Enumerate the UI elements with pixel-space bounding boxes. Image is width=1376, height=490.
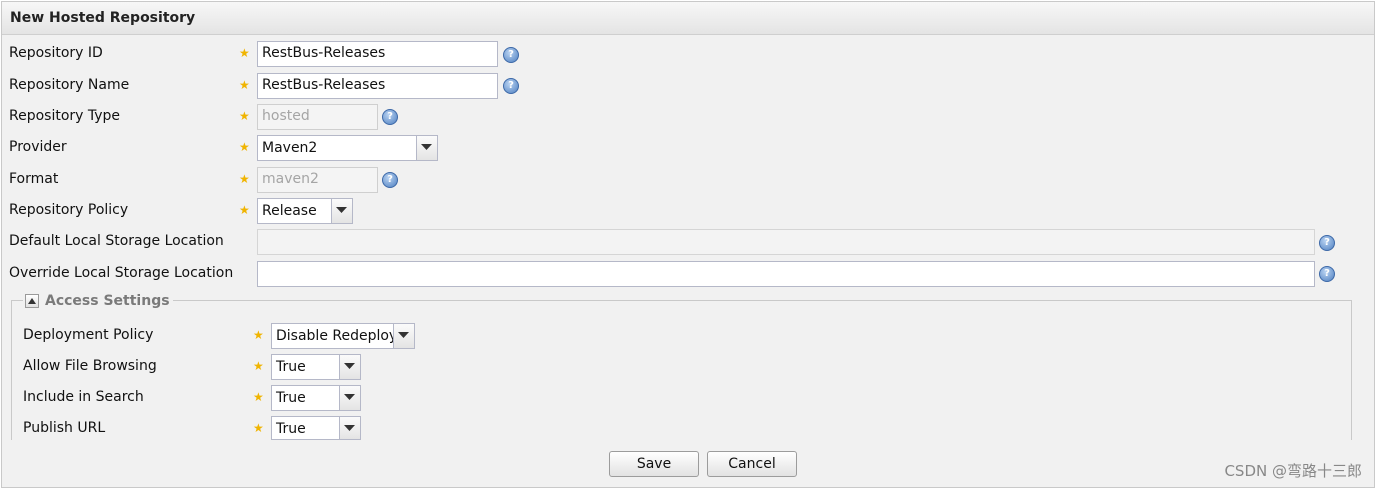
required-star-icon: ★ (253, 421, 264, 435)
publish-url-select-value: True (276, 421, 306, 437)
repository-id-label: Repository ID (9, 45, 103, 61)
repository-type-label: Repository Type (9, 108, 121, 124)
provider-select-value: Maven2 (262, 140, 318, 156)
allow-file-browsing-select-value: True (276, 359, 306, 375)
include-in-search-select[interactable]: True (271, 385, 361, 411)
help-icon[interactable]: ? (1319, 266, 1335, 282)
save-button[interactable]: Save (609, 451, 699, 477)
repository-policy-select[interactable]: Release (257, 198, 353, 224)
panel-title: New Hosted Repository (10, 10, 196, 26)
publish-url-select[interactable]: True (271, 416, 361, 440)
access-settings-legend: Access Settings (23, 292, 173, 312)
cancel-button[interactable]: Cancel (707, 451, 797, 477)
required-star-icon: ★ (239, 46, 250, 60)
required-star-icon: ★ (239, 203, 250, 217)
chevron-down-icon[interactable] (416, 136, 437, 160)
chevron-down-icon[interactable] (339, 355, 360, 379)
chevron-down-icon[interactable] (393, 324, 414, 348)
default-storage-input (257, 229, 1315, 255)
required-star-icon: ★ (253, 328, 264, 342)
help-icon[interactable]: ? (1319, 235, 1335, 251)
deployment-policy-select-value: Disable Redeploy (276, 328, 398, 344)
repository-policy-label: Repository Policy (9, 202, 129, 218)
allow-file-browsing-select[interactable]: True (271, 354, 361, 380)
required-star-icon: ★ (239, 172, 250, 186)
help-icon[interactable]: ? (382, 172, 398, 188)
chevron-down-icon[interactable] (339, 417, 360, 439)
required-star-icon: ★ (239, 109, 250, 123)
watermark: CSDN @弯路十三郎 (1224, 462, 1362, 480)
chevron-down-icon[interactable] (331, 199, 352, 223)
format-input: maven2 (257, 167, 378, 193)
repository-id-input[interactable]: RestBus-Releases (257, 41, 498, 67)
required-star-icon: ★ (253, 390, 264, 404)
include-in-search-label: Include in Search (23, 389, 144, 405)
repository-name-label: Repository Name (9, 77, 130, 93)
required-star-icon: ★ (239, 78, 250, 92)
provider-label: Provider (9, 139, 67, 155)
panel-header: New Hosted Repository (2, 2, 1374, 35)
help-icon[interactable]: ? (503, 47, 519, 63)
collapse-up-icon[interactable] (25, 294, 39, 308)
allow-file-browsing-label: Allow File Browsing (23, 358, 157, 374)
publish-url-label: Publish URL (23, 420, 106, 436)
chevron-down-icon[interactable] (339, 386, 360, 410)
repository-name-input[interactable]: RestBus-Releases (257, 73, 498, 99)
default-storage-label: Default Local Storage Location (9, 233, 224, 249)
format-label: Format (9, 171, 59, 187)
repository-policy-select-value: Release (262, 203, 317, 219)
deployment-policy-select[interactable]: Disable Redeploy (271, 323, 415, 349)
deployment-policy-label: Deployment Policy (23, 327, 154, 343)
override-storage-label: Override Local Storage Location (9, 265, 234, 281)
provider-select[interactable]: Maven2 (257, 135, 438, 161)
override-storage-input[interactable] (257, 261, 1315, 287)
include-in-search-select-value: True (276, 390, 306, 406)
required-star-icon: ★ (253, 359, 264, 373)
repository-type-input: hosted (257, 104, 378, 130)
access-settings-fieldset (11, 300, 1352, 450)
access-settings-title: Access Settings (45, 293, 170, 309)
required-star-icon: ★ (239, 140, 250, 154)
help-icon[interactable]: ? (503, 78, 519, 94)
help-icon[interactable]: ? (382, 109, 398, 125)
